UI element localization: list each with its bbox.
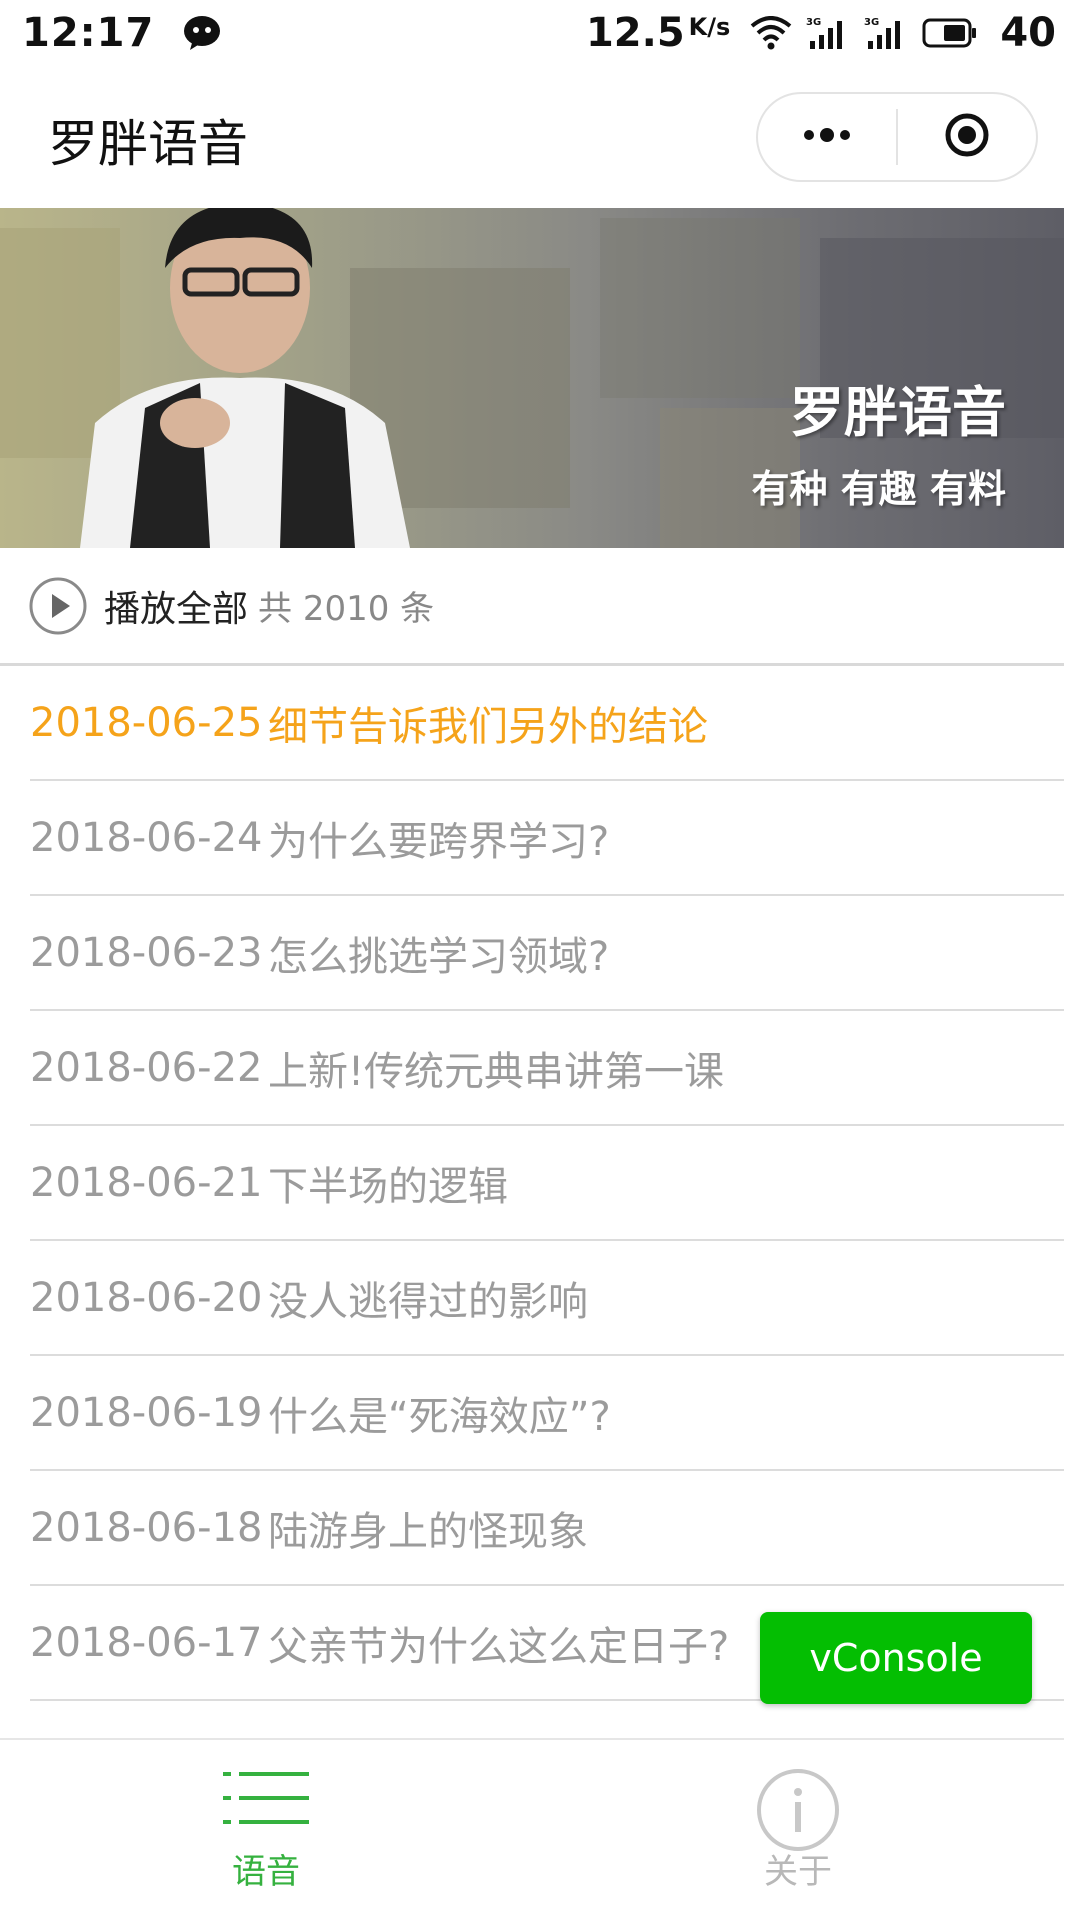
- play-circle-icon[interactable]: [28, 576, 88, 636]
- episode-title: 陆游身上的怪现象: [268, 1508, 588, 1555]
- tab-voice-label: 语音: [232, 1852, 300, 1892]
- vconsole-button[interactable]: vConsole: [760, 1612, 1032, 1704]
- network-speed: 12.5: [585, 10, 685, 56]
- episode-date: 2018-06-17: [30, 1619, 263, 1666]
- episode-title: 细节告诉我们另外的结论: [268, 703, 708, 750]
- list-item[interactable]: 2018-06-21 下半场的逻辑: [30, 1126, 1064, 1241]
- play-all-count: 共 2010 条: [258, 589, 435, 629]
- episode-date: 2018-06-24: [30, 814, 263, 861]
- episode-date: 2018-06-25: [30, 699, 263, 746]
- episode-date: 2018-06-23: [30, 929, 263, 976]
- tab-about[interactable]: 关于: [532, 1740, 1064, 1920]
- chat-bubble-icon: [182, 15, 222, 51]
- svg-text:3G: 3G: [806, 17, 821, 28]
- episode-title: 下半场的逻辑: [268, 1163, 508, 1210]
- target-close-icon: [944, 112, 990, 162]
- banner-title: 罗胖语音: [790, 381, 1006, 444]
- episode-date: 2018-06-21: [30, 1159, 263, 1206]
- episode-date: 2018-06-20: [30, 1274, 263, 1321]
- episode-title: 什么是“死海效应”?: [268, 1393, 611, 1440]
- page-title: 罗胖语音: [48, 115, 248, 173]
- battery-level: 40: [1000, 10, 1056, 56]
- nav-bar: 罗胖语音: [0, 66, 1080, 208]
- episode-title: 上新!传统元典串讲第一课: [268, 1048, 725, 1095]
- list-item[interactable]: 2018-06-24 为什么要跨界学习?: [30, 781, 1064, 896]
- page: 12:17 12.5 K/s 3G 3G 40 罗胖语音 罗胖语音 有种 有趣 …: [0, 0, 1080, 1920]
- capsule-menu: [756, 92, 1038, 182]
- play-all-label[interactable]: 播放全部: [104, 580, 248, 632]
- more-dots-icon: [801, 127, 853, 147]
- list-item[interactable]: 2018-06-25 细节告诉我们另外的结论: [30, 666, 1064, 781]
- episode-date: 2018-06-19: [30, 1389, 263, 1436]
- list-icon: [223, 1768, 309, 1828]
- list-item[interactable]: 2018-06-22 上新!传统元典串讲第一课: [30, 1011, 1064, 1126]
- episode-title: 怎么挑选学习领域?: [268, 933, 610, 980]
- play-all-row[interactable]: 播放全部 共 2010 条: [0, 548, 1064, 666]
- battery-icon: [922, 17, 978, 49]
- list-item[interactable]: 2018-06-19 什么是“死海效应”?: [30, 1356, 1064, 1471]
- tab-bar: 语音 关于: [0, 1738, 1064, 1920]
- episode-date: 2018-06-18: [30, 1504, 263, 1551]
- status-bar: 12:17 12.5 K/s 3G 3G 40: [0, 0, 1080, 66]
- signal-3g-icon-1: 3G: [806, 15, 850, 51]
- more-button[interactable]: [758, 94, 896, 180]
- episode-date: 2018-06-22: [30, 1044, 263, 1091]
- list-item[interactable]: 2018-06-23 怎么挑选学习领域?: [30, 896, 1064, 1011]
- close-button[interactable]: [898, 94, 1036, 180]
- info-icon: [756, 1768, 840, 1852]
- episode-title: 没人逃得过的影响: [268, 1278, 588, 1325]
- episode-title: 为什么要跨界学习?: [268, 818, 610, 865]
- status-time: 12:17: [22, 10, 155, 56]
- status-right: 12.5 K/s 3G 3G 40: [586, 10, 1056, 56]
- episode-list: 2018-06-25 细节告诉我们另外的结论 2018-06-24 为什么要跨界…: [30, 666, 1064, 1701]
- episode-title: 父亲节为什么这么定日子?: [268, 1623, 730, 1670]
- banner-subtitle: 有种 有趣 有料: [751, 467, 1006, 511]
- wifi-icon: [750, 16, 792, 50]
- signal-3g-icon-2: 3G: [864, 15, 908, 51]
- status-left: 12:17: [22, 10, 222, 56]
- banner[interactable]: 罗胖语音 有种 有趣 有料: [0, 208, 1064, 548]
- svg-text:3G: 3G: [864, 17, 879, 28]
- tab-about-label: 关于: [764, 1852, 832, 1892]
- list-item[interactable]: 2018-06-18 陆游身上的怪现象: [30, 1471, 1064, 1586]
- tab-voice[interactable]: 语音: [0, 1740, 532, 1920]
- network-speed-unit: K/s: [688, 13, 731, 41]
- list-item[interactable]: 2018-06-20 没人逃得过的影响: [30, 1241, 1064, 1356]
